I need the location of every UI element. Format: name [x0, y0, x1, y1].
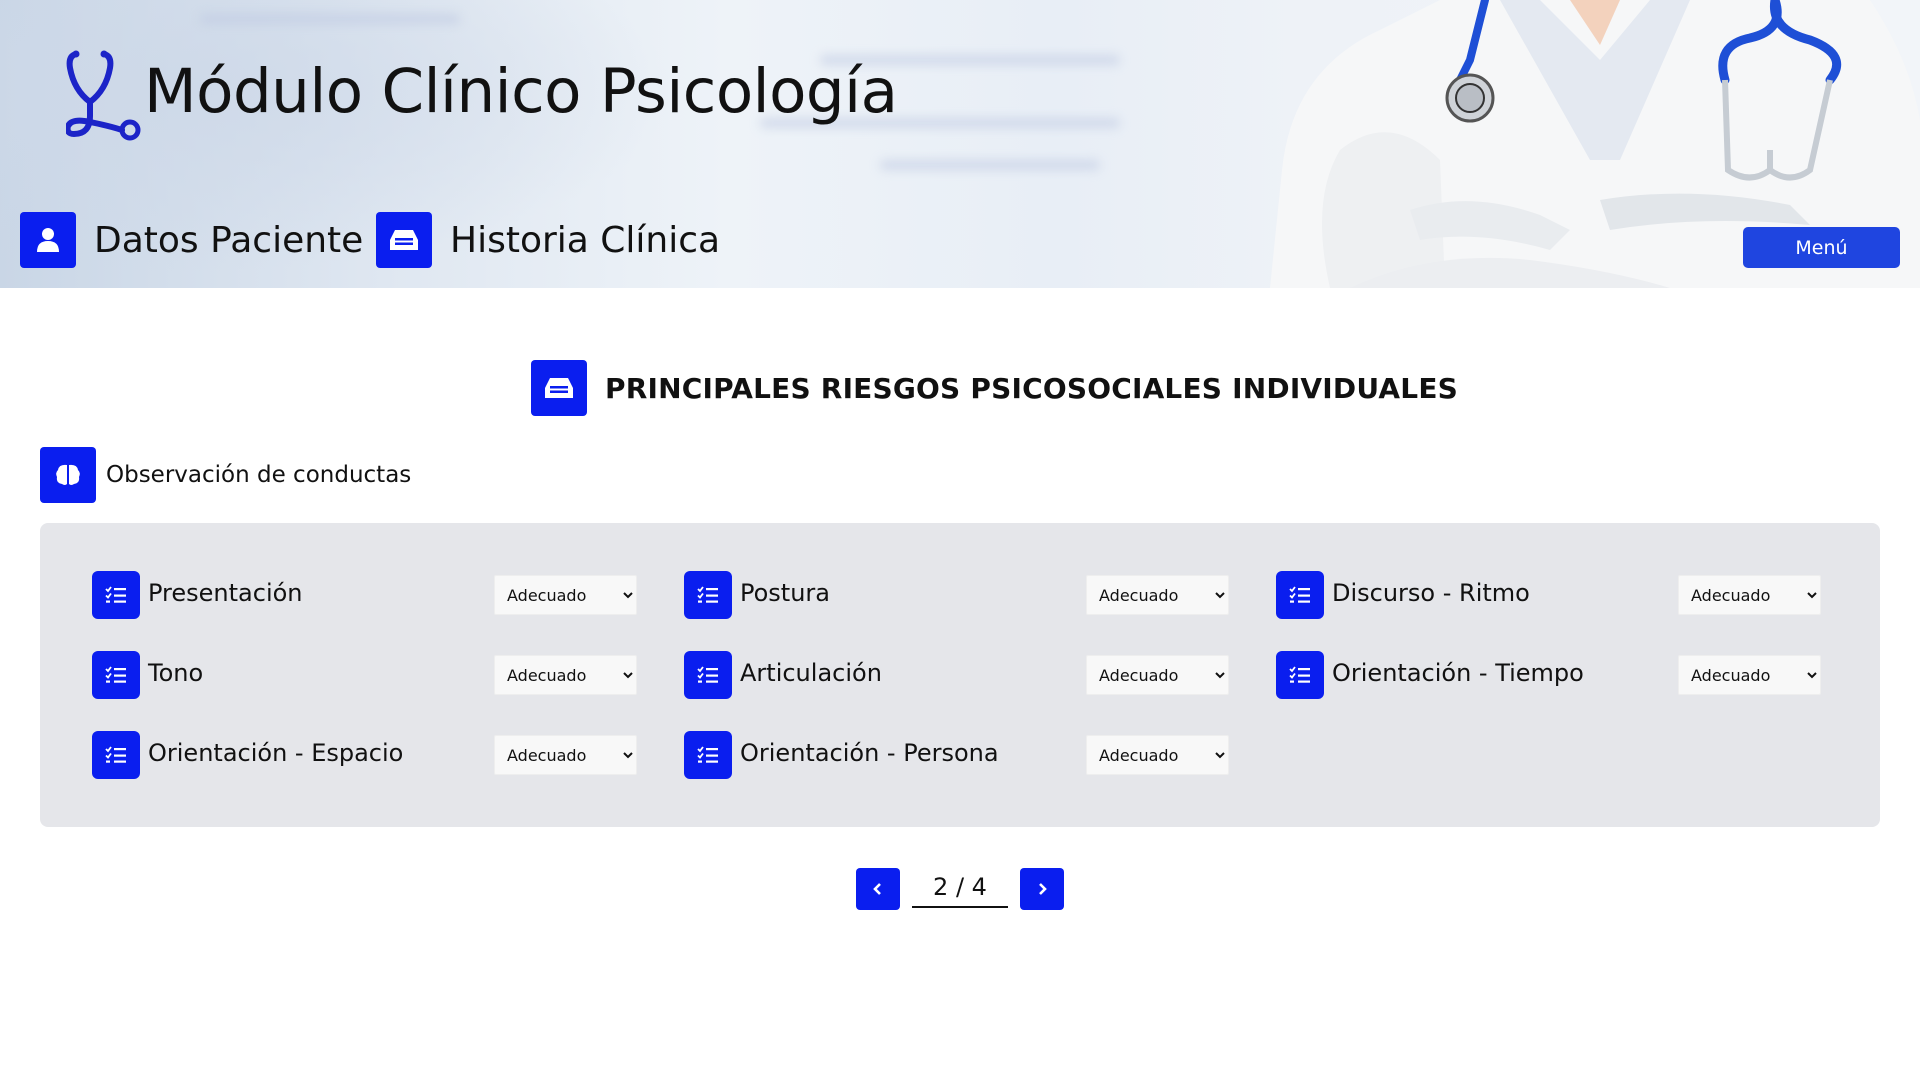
behaviour-observation-panel: Presentación Adecuado Postura Adecuado D… — [40, 523, 1880, 827]
list-check-icon — [1276, 571, 1324, 619]
articulacion-select[interactable]: Adecuado — [1086, 655, 1229, 695]
section-title-text: PRINCIPALES RIESGOS PSICOSOCIALES INDIVI… — [605, 371, 1459, 405]
header-banner: Módulo Clínico Psicología Datos Paciente… — [0, 0, 1920, 288]
field-label: Postura — [740, 579, 830, 607]
list-check-icon — [684, 731, 732, 779]
tono-select[interactable]: Adecuado — [494, 655, 637, 695]
field-label: Presentación — [148, 579, 303, 607]
field-label: Orientación - Espacio — [148, 739, 404, 767]
field-label: Discurso - Ritmo — [1332, 579, 1530, 607]
user-icon — [20, 212, 76, 268]
app-title: Módulo Clínico Psicología — [144, 56, 898, 127]
field-label: Articulación — [740, 659, 882, 687]
list-check-icon — [684, 651, 732, 699]
field-label: Orientación - Tiempo — [1332, 659, 1584, 687]
list-check-icon — [684, 571, 732, 619]
orientacion-tiempo-select[interactable]: Adecuado — [1678, 655, 1821, 695]
menu-button[interactable]: Menú — [1743, 227, 1900, 268]
postura-select[interactable]: Adecuado — [1086, 575, 1229, 615]
inbox-icon — [531, 360, 587, 416]
inbox-icon — [376, 212, 432, 268]
list-check-icon — [92, 731, 140, 779]
field-label: Orientación - Persona — [740, 739, 999, 767]
discurso-ritmo-select[interactable]: Adecuado — [1678, 575, 1821, 615]
chevron-right-icon — [1039, 883, 1047, 895]
stethoscope-logo-icon — [66, 50, 141, 141]
subsection-title-text: Observación de conductas — [106, 462, 412, 488]
next-page-button[interactable] — [1020, 868, 1064, 910]
section-title: PRINCIPALES RIESGOS PSICOSOCIALES INDIVI… — [531, 360, 1458, 416]
subsection-title: Observación de conductas — [40, 447, 411, 503]
list-check-icon — [92, 651, 140, 699]
orientacion-persona-select[interactable]: Adecuado — [1086, 735, 1229, 775]
nav-historia-clinica[interactable]: Historia Clínica — [376, 212, 720, 268]
background-streak — [200, 14, 460, 24]
brain-icon — [40, 447, 96, 503]
nav-datos-paciente-label: Datos Paciente — [94, 219, 364, 261]
nav-datos-paciente[interactable]: Datos Paciente — [20, 212, 363, 268]
background-streak — [880, 160, 1100, 170]
list-check-icon — [1276, 651, 1324, 699]
presentacion-select[interactable]: Adecuado — [494, 575, 637, 615]
chevron-left-icon — [873, 883, 881, 895]
previous-page-button[interactable] — [856, 868, 900, 910]
page-indicator-input[interactable] — [912, 868, 1008, 908]
field-label: Tono — [148, 659, 204, 687]
list-check-icon — [92, 571, 140, 619]
nav-historia-clinica-label: Historia Clínica — [450, 219, 721, 261]
orientacion-espacio-select[interactable]: Adecuado — [494, 735, 637, 775]
